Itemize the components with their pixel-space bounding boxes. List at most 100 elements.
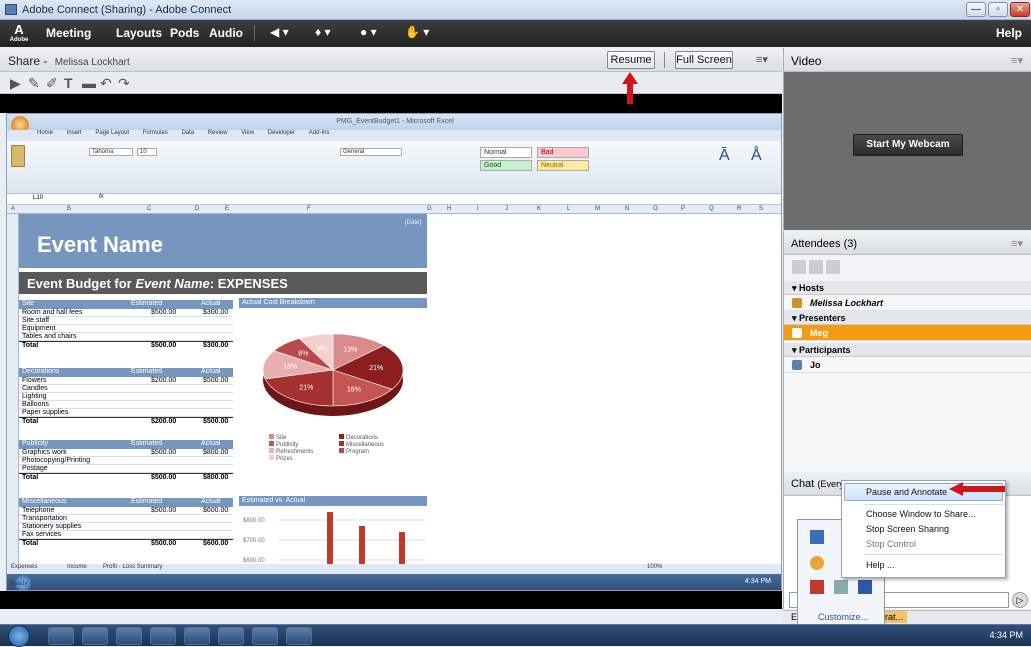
group-presenters[interactable]: ▾ Presenters <box>784 311 1031 325</box>
column-header-cell[interactable]: B <box>67 206 71 212</box>
column-header-cell[interactable]: R <box>737 206 741 212</box>
help-menu[interactable]: Help <box>996 26 1022 40</box>
shape-tool-icon[interactable]: ▬ <box>82 75 96 91</box>
style-normal[interactable]: Normal <box>480 147 532 158</box>
style-bad[interactable]: Bad <box>537 147 589 158</box>
table-row[interactable]: Equipment <box>19 325 233 333</box>
maximize-button[interactable]: ▫ <box>988 2 1008 17</box>
ribbon-tab[interactable]: Insert <box>67 130 82 136</box>
table-row[interactable]: Flowers $200.00 $500.00 <box>19 377 233 385</box>
sort-icon[interactable] <box>826 260 840 274</box>
text-tool-icon[interactable]: T <box>64 75 73 91</box>
table-row[interactable]: Tables and chairs <box>19 333 233 341</box>
taskbar-excel-icon[interactable] <box>286 627 312 645</box>
column-header-cell[interactable]: M <box>595 206 600 212</box>
name-box[interactable]: L10 <box>33 195 43 201</box>
menu-choose-window[interactable]: Choose Window to Share... <box>866 509 976 519</box>
taskbar-chrome-icon[interactable] <box>48 627 74 645</box>
table-row[interactable]: Telephone $500.00 $600.00 <box>19 507 233 515</box>
chat-send-icon[interactable]: ▷ <box>1012 592 1028 608</box>
taskbar-app-icon[interactable] <box>116 627 142 645</box>
table-row[interactable]: Stationery supplies <box>19 523 233 531</box>
ribbon-tab[interactable]: Formulas <box>143 130 168 136</box>
ribbon-tab[interactable]: Data <box>181 130 194 136</box>
column-header-cell[interactable]: Q <box>709 206 714 212</box>
table-row[interactable]: Transportation <box>19 515 233 523</box>
customize-link[interactable]: Customize... <box>818 612 868 622</box>
list-view-icon[interactable] <box>792 260 806 274</box>
number-format-box[interactable]: General <box>340 148 402 156</box>
pod-options-icon[interactable]: ≡▾ <box>1011 237 1023 250</box>
tray-icon-3[interactable] <box>810 580 824 594</box>
table-row[interactable]: Candles <box>19 385 233 393</box>
table-row[interactable]: Lighting <box>19 393 233 401</box>
ribbon-tab[interactable]: Home <box>37 130 53 136</box>
table-row[interactable]: Site staff <box>19 317 233 325</box>
sheet-tab[interactable]: Income <box>67 564 87 570</box>
menu-meeting[interactable]: Meeting <box>46 26 91 40</box>
column-header-cell[interactable]: D <box>195 206 199 212</box>
group-participants[interactable]: ▾ Participants <box>784 343 1031 357</box>
find-select-icon[interactable]: Å <box>751 147 773 167</box>
pencil-tool-icon[interactable]: ✎ <box>28 75 40 92</box>
fullscreen-button[interactable]: Full Screen <box>675 51 733 69</box>
column-header-cell[interactable]: K <box>537 206 541 212</box>
table-row[interactable]: Postage <box>19 465 233 473</box>
column-header-cell[interactable]: N <box>625 206 629 212</box>
shield-icon[interactable] <box>858 580 872 594</box>
group-hosts[interactable]: ▾ Hosts <box>784 281 1031 295</box>
taskbar-ie-icon[interactable] <box>218 627 244 645</box>
webcam-icon[interactable]: ● ▾ <box>360 25 377 39</box>
tray-icon-4[interactable] <box>834 580 848 594</box>
resume-button[interactable]: Resume <box>607 51 655 69</box>
attendee-presenter[interactable]: Meg <box>784 325 1031 341</box>
table-row[interactable]: Photocopying/Printing <box>19 457 233 465</box>
close-button[interactable]: ✕ <box>1010 2 1030 17</box>
sheet-tab[interactable]: Expenses <box>11 564 37 570</box>
worksheet[interactable]: Event Name [Date] Event Budget for Event… <box>19 214 429 566</box>
taskbar-app-icon[interactable] <box>150 627 176 645</box>
ribbon-tab[interactable]: Page Layout <box>95 130 129 136</box>
style-neutral[interactable]: Neutral <box>537 160 589 171</box>
column-header-cell[interactable]: I <box>477 206 479 212</box>
grid-view-icon[interactable] <box>809 260 823 274</box>
redo-icon[interactable]: ↷ <box>118 75 130 92</box>
column-header-cell[interactable]: F <box>307 206 311 212</box>
column-header-cell[interactable]: P <box>681 206 685 212</box>
font-name-box[interactable]: Tahoma <box>89 148 133 156</box>
column-header-cell[interactable]: G <box>427 206 432 212</box>
column-header-cell[interactable]: S <box>759 206 763 212</box>
column-header-cell[interactable]: H <box>447 206 451 212</box>
microphone-icon[interactable]: ♦ ▾ <box>315 25 330 39</box>
ribbon-tab[interactable]: Developer <box>268 130 295 136</box>
attendee-participant[interactable]: Jo <box>784 357 1031 373</box>
tray-icon-2[interactable] <box>810 556 824 570</box>
start-button-icon[interactable] <box>8 625 30 647</box>
column-header-cell[interactable]: L <box>567 206 570 212</box>
column-header-cell[interactable]: A <box>11 206 15 212</box>
start-webcam-button[interactable]: Start My Webcam <box>853 134 963 156</box>
menu-audio[interactable]: Audio <box>209 26 243 40</box>
column-header-cell[interactable]: O <box>653 206 658 212</box>
attendee-host[interactable]: Melissa Lockhart <box>784 295 1031 311</box>
ribbon-tab[interactable]: View <box>241 130 254 136</box>
ribbon-tab[interactable]: Review <box>208 130 228 136</box>
menu-pods[interactable]: Pods <box>170 26 199 40</box>
menu-layouts[interactable]: Layouts <box>116 26 162 40</box>
pod-options-icon[interactable]: ≡▾ <box>756 53 768 66</box>
table-row[interactable]: Balloons <box>19 401 233 409</box>
taskbar-explorer-icon[interactable] <box>82 627 108 645</box>
tray-icon-1[interactable] <box>810 530 824 544</box>
style-good[interactable]: Good <box>480 160 532 171</box>
table-row[interactable]: Graphics work $500.00 $800.00 <box>19 449 233 457</box>
column-header-cell[interactable]: C <box>147 206 151 212</box>
column-header-cell[interactable]: E <box>225 206 229 212</box>
minimize-button[interactable]: — <box>966 2 986 17</box>
taskbar-firefox-icon[interactable] <box>184 627 210 645</box>
pod-options-icon[interactable]: ≡▾ <box>1011 54 1023 67</box>
table-row[interactable]: Paper supplies <box>19 409 233 417</box>
raise-hand-icon[interactable]: ✋ ▾ <box>405 25 429 39</box>
column-header-cell[interactable]: J <box>505 206 508 212</box>
font-size-box[interactable]: 10 <box>137 148 157 156</box>
ribbon-tab[interactable]: Add-Ins <box>309 130 330 136</box>
